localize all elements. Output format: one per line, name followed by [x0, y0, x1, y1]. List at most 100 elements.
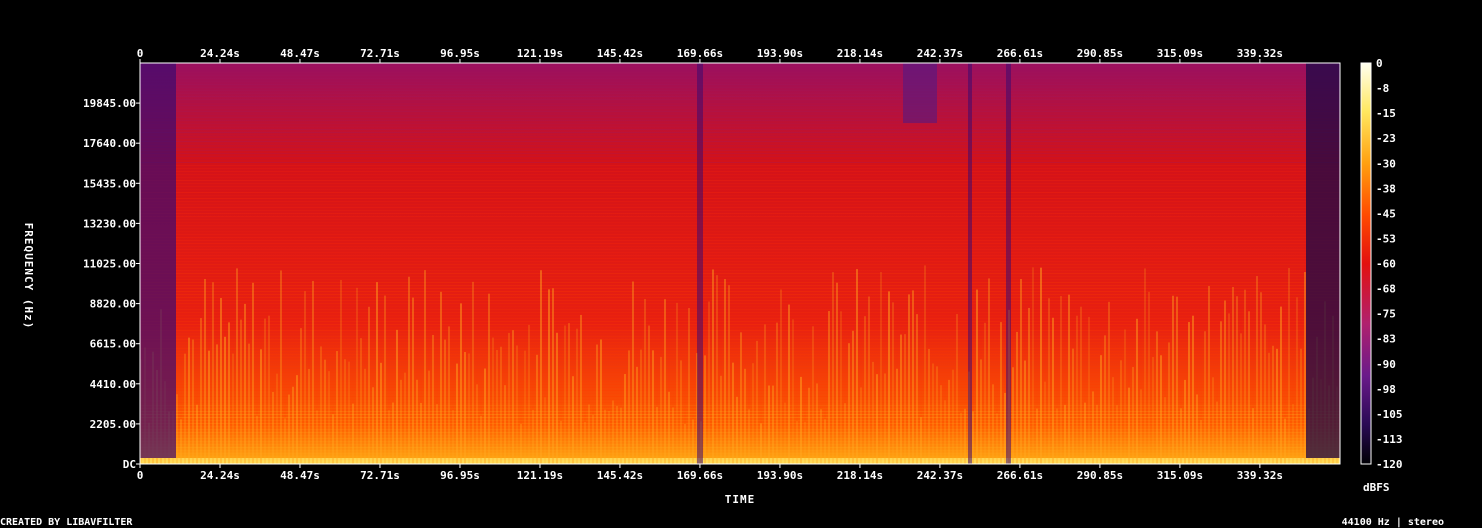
spectrogram-stripe	[276, 373, 278, 464]
x-tick-label-bottom: 48.47s	[280, 469, 320, 482]
spectrogram-stripe	[1060, 296, 1062, 464]
spectrogram-stripe	[592, 414, 594, 464]
spectrogram-band	[140, 174, 1340, 175]
spectrogram-stripe	[308, 368, 310, 464]
x-tick-label-top: 72.71s	[360, 47, 400, 60]
spectrogram-stripe	[360, 338, 362, 464]
spectrogram-band	[140, 234, 1340, 235]
spectrogram-stripe	[568, 323, 570, 464]
spectrogram-stripe	[1196, 394, 1198, 464]
spectrogram-stripe	[604, 409, 606, 464]
spectrogram-stripe	[976, 289, 978, 464]
spectrogram-band	[140, 75, 1340, 76]
spectrogram-stripe	[1264, 324, 1266, 464]
spectrogram-stripe	[848, 343, 850, 464]
spectrogram-band	[140, 168, 1340, 169]
spectrogram-stripe	[784, 402, 786, 464]
spectrogram-stripe	[268, 315, 270, 464]
spectrogram-stripe	[904, 334, 906, 464]
spectrogram-gap	[968, 63, 972, 464]
spectrogram-stripe	[1300, 348, 1302, 464]
spectrogram-band	[140, 324, 1340, 325]
spectrogram-band	[140, 327, 1340, 328]
spectrogram-stripe	[612, 400, 614, 464]
spectrogram-stripe	[880, 272, 882, 464]
spectrogram-stripe	[416, 379, 418, 464]
x-tick-label-top: 121.19s	[517, 47, 563, 60]
spectrogram-stripe	[1284, 418, 1286, 464]
spectrogram-stripe	[708, 301, 710, 464]
spectrogram-band	[140, 216, 1340, 217]
spectrogram-stripe	[348, 361, 350, 464]
spectrogram-band	[140, 330, 1340, 331]
spectrogram-stripe	[304, 291, 306, 464]
spectrogram-stripe	[312, 280, 314, 464]
y-tick-label: 13230.00	[83, 217, 136, 230]
spectrogram-stripe	[1208, 286, 1210, 464]
spectrogram-stripe	[852, 330, 854, 464]
spectrogram-stripe	[1248, 311, 1250, 464]
spectrogram-stripe	[332, 414, 334, 464]
spectrogram-band	[140, 207, 1340, 208]
spectrogram-stripe	[816, 383, 818, 464]
spectrogram-stripe	[712, 269, 714, 464]
spectrogram-stripe	[1148, 291, 1150, 464]
spectrogram-stripe	[1132, 366, 1134, 464]
spectrogram-stripe	[392, 402, 394, 464]
spectrogram-stripe	[520, 423, 522, 464]
spectrogram-stripe	[972, 411, 974, 464]
spectrogram-stripe	[960, 412, 962, 464]
spectrogram-band	[140, 243, 1340, 244]
spectrogram-stripe	[832, 272, 834, 464]
spectrogram-stripe	[656, 406, 658, 464]
spectrogram-stripe	[620, 407, 622, 464]
colorbar-tick-label: -60	[1376, 258, 1396, 271]
spectrogram-stripe	[404, 372, 406, 464]
spectrogram-stripe	[748, 409, 750, 464]
spectrogram-stripe	[1044, 381, 1046, 464]
spectrogram-band	[140, 114, 1340, 115]
x-tick-label-top: 169.66s	[677, 47, 723, 60]
spectrogram-stripe	[728, 285, 730, 464]
spectrogram-stripe	[248, 343, 250, 464]
spectrogram-band	[140, 135, 1340, 136]
spectrogram-stripe	[536, 354, 538, 464]
spectrogram-stripe	[368, 306, 370, 464]
spectrogram-stripe	[208, 350, 210, 464]
spectrogram-stripe	[200, 318, 202, 464]
spectrogram-stripe	[512, 330, 514, 464]
spectrogram-stripe	[476, 384, 478, 464]
x-tick-label-bottom: 315.09s	[1157, 469, 1203, 482]
spectrogram-band	[140, 195, 1340, 196]
spectrogram-band	[140, 204, 1340, 205]
spectrogram-stripe	[896, 368, 898, 464]
spectrogram-band	[140, 150, 1340, 151]
spectrogram-band	[140, 69, 1340, 70]
spectrogram-band	[140, 252, 1340, 253]
spectrogram-stripe	[1192, 315, 1194, 464]
spectrogram-stripe	[740, 332, 742, 464]
spectrogram-band	[140, 120, 1340, 121]
spectrogram-stripe	[776, 322, 778, 464]
spectrogram-stripe	[1024, 360, 1026, 464]
y-tick-label: 6615.00	[90, 338, 136, 351]
spectrogram-stripe	[588, 404, 590, 464]
spectrogram-stripe	[936, 366, 938, 464]
x-tick-label-top: 315.09s	[1157, 47, 1203, 60]
spectrogram-stripe	[292, 386, 294, 464]
x-tick-label-top: 290.85s	[1077, 47, 1123, 60]
spectrogram-stripe	[236, 268, 238, 464]
spectrogram-band	[140, 132, 1340, 133]
spectrogram-stripe	[716, 275, 718, 464]
y-axis: DC 2205.00 4410.00 6615.00 8820.00 11025.00 13…	[83, 97, 140, 471]
spectrogram-band	[140, 144, 1340, 145]
spectrogram-stripe	[724, 279, 726, 464]
spectrogram-stripe	[380, 362, 382, 464]
spectrogram-band	[140, 306, 1340, 307]
spectrogram-stripe	[524, 350, 526, 464]
spectrogram-band	[140, 294, 1340, 295]
spectrogram-stripe	[1256, 276, 1258, 464]
spectrogram-stripe	[556, 332, 558, 464]
spectrogram-stripe	[1000, 322, 1002, 464]
spectrogram-band	[140, 228, 1340, 229]
